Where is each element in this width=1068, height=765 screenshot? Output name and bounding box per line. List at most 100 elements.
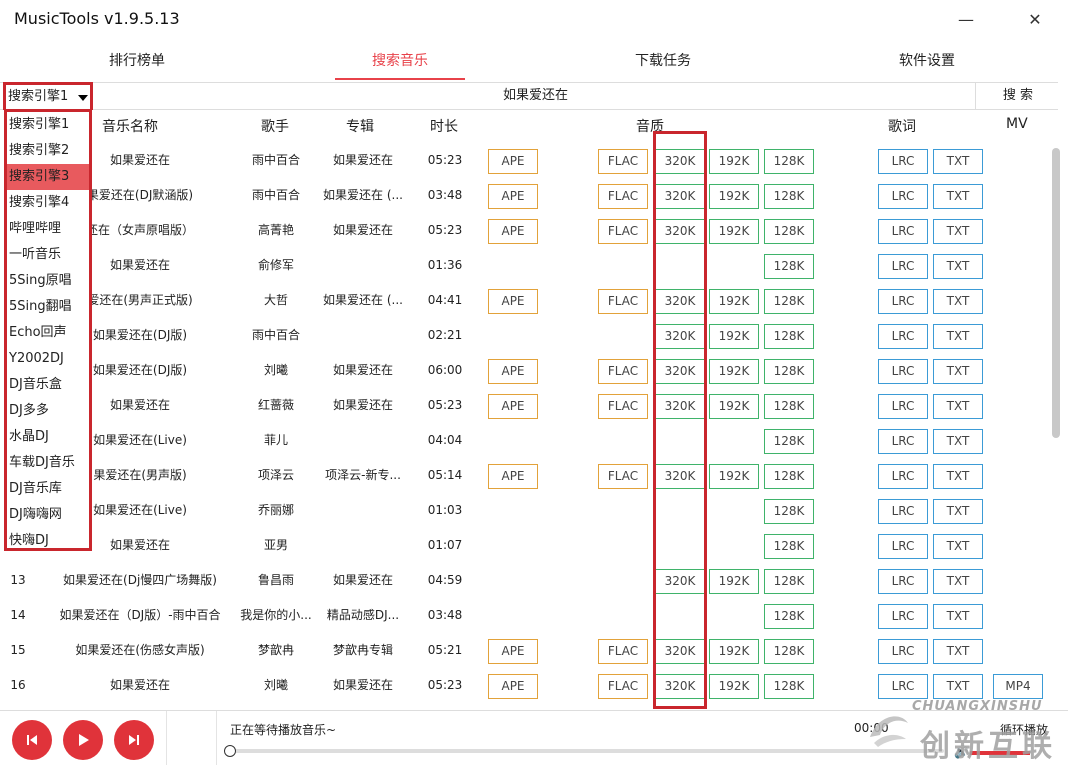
table-row[interactable]: 果爱还在(DJ默涵版) 雨中百合 如果爱还在 (... 03:48 APE FLAC 320…	[0, 178, 1050, 213]
table-row[interactable]: 14 如果爱还在（DJ版）-雨中百合 我是你的小... 精品动感DJ... 03:48 1…	[0, 598, 1050, 633]
download-192k-button[interactable]: 192K	[709, 149, 759, 174]
download-ape-button[interactable]: APE	[488, 464, 538, 489]
download-txt-button[interactable]: TXT	[933, 149, 983, 174]
download-320k-button[interactable]: 320K	[655, 359, 705, 384]
download-txt-button[interactable]: TXT	[933, 464, 983, 489]
download-flac-button[interactable]: FLAC	[598, 289, 648, 314]
dropdown-item-engine[interactable]: 5Sing翻唱	[7, 294, 89, 320]
download-txt-button[interactable]: TXT	[933, 639, 983, 664]
download-txt-button[interactable]: TXT	[933, 184, 983, 209]
download-ape-button[interactable]: APE	[488, 394, 538, 419]
download-128k-button[interactable]: 128K	[764, 324, 814, 349]
download-flac-button[interactable]: FLAC	[598, 674, 648, 699]
download-lrc-button[interactable]: LRC	[878, 324, 928, 349]
dropdown-item-engine[interactable]: Echo回声	[7, 320, 89, 346]
download-192k-button[interactable]: 192K	[709, 289, 759, 314]
tab-charts[interactable]: 排行榜单	[72, 50, 202, 78]
download-txt-button[interactable]: TXT	[933, 604, 983, 629]
download-lrc-button[interactable]: LRC	[878, 429, 928, 454]
download-lrc-button[interactable]: LRC	[878, 534, 928, 559]
download-128k-button[interactable]: 128K	[764, 534, 814, 559]
search-button[interactable]: 搜 索	[978, 83, 1058, 109]
download-128k-button[interactable]: 128K	[764, 394, 814, 419]
download-128k-button[interactable]: 128K	[764, 499, 814, 524]
download-flac-button[interactable]: FLAC	[598, 219, 648, 244]
download-flac-button[interactable]: FLAC	[598, 184, 648, 209]
table-row[interactable]: 13 如果爱还在(Dj慢四广场舞版) 鲁昌雨 如果爱还在 04:59 320K 192K 12…	[0, 563, 1050, 598]
download-txt-button[interactable]: TXT	[933, 289, 983, 314]
download-txt-button[interactable]: TXT	[933, 394, 983, 419]
download-ape-button[interactable]: APE	[488, 674, 538, 699]
dropdown-item-engine[interactable]: 车载DJ音乐	[7, 450, 89, 476]
download-txt-button[interactable]: TXT	[933, 359, 983, 384]
download-192k-button[interactable]: 192K	[709, 639, 759, 664]
download-lrc-button[interactable]: LRC	[878, 569, 928, 594]
download-lrc-button[interactable]: LRC	[878, 499, 928, 524]
table-row[interactable]: 15 如果爱还在(伤感女声版) 梦歆冉 梦歆冉专辑 05:21 APE FLAC 320K 19…	[0, 633, 1050, 668]
download-192k-button[interactable]: 192K	[709, 359, 759, 384]
dropdown-item-engine[interactable]: 快嗨DJ	[7, 528, 89, 554]
download-320k-button[interactable]: 320K	[655, 324, 705, 349]
download-128k-button[interactable]: 128K	[764, 289, 814, 314]
download-320k-button[interactable]: 320K	[655, 289, 705, 314]
download-192k-button[interactable]: 192K	[709, 184, 759, 209]
dropdown-item-engine[interactable]: DJ音乐盒	[7, 372, 89, 398]
dropdown-item-engine[interactable]: 搜索引擎2	[7, 138, 89, 164]
download-128k-button[interactable]: 128K	[764, 674, 814, 699]
download-lrc-button[interactable]: LRC	[878, 639, 928, 664]
download-192k-button[interactable]: 192K	[709, 219, 759, 244]
download-320k-button[interactable]: 320K	[655, 149, 705, 174]
download-128k-button[interactable]: 128K	[764, 429, 814, 454]
dropdown-item-engine[interactable]: 一听音乐	[7, 242, 89, 268]
download-128k-button[interactable]: 128K	[764, 359, 814, 384]
download-320k-button[interactable]: 320K	[655, 674, 705, 699]
download-128k-button[interactable]: 128K	[764, 219, 814, 244]
download-128k-button[interactable]: 128K	[764, 639, 814, 664]
download-lrc-button[interactable]: LRC	[878, 289, 928, 314]
download-192k-button[interactable]: 192K	[709, 569, 759, 594]
download-txt-button[interactable]: TXT	[933, 254, 983, 279]
table-row[interactable]: 如果爱还在(DJ版) 雨中百合 02:21 320K 192K 128K LRC TXT	[0, 318, 1050, 353]
dropdown-item-engine[interactable]: 哔哩哔哩	[7, 216, 89, 242]
download-flac-button[interactable]: FLAC	[598, 149, 648, 174]
download-128k-button[interactable]: 128K	[764, 149, 814, 174]
download-txt-button[interactable]: TXT	[933, 534, 983, 559]
dropdown-item-engine[interactable]: 搜索引擎1	[7, 112, 89, 138]
dropdown-item-engine[interactable]: DJ嗨嗨网	[7, 502, 89, 528]
download-mp4-button[interactable]: MP4	[993, 674, 1043, 699]
download-320k-button[interactable]: 320K	[655, 569, 705, 594]
download-flac-button[interactable]: FLAC	[598, 464, 648, 489]
table-row[interactable]: 如果爱还在(Live) 菲儿 04:04 128K LRC TXT	[0, 423, 1050, 458]
progress-knob[interactable]	[224, 745, 236, 757]
close-button[interactable]: ✕	[1021, 8, 1049, 30]
download-lrc-button[interactable]: LRC	[878, 149, 928, 174]
progress-bar[interactable]	[228, 749, 944, 753]
download-lrc-button[interactable]: LRC	[878, 394, 928, 419]
table-row[interactable]: 如果爱还在 雨中百合 如果爱还在 05:23 APE FLAC 320K 192K 128K LR…	[0, 143, 1050, 178]
download-128k-button[interactable]: 128K	[764, 604, 814, 629]
download-192k-button[interactable]: 192K	[709, 394, 759, 419]
download-lrc-button[interactable]: LRC	[878, 464, 928, 489]
dropdown-item-engine[interactable]: DJ多多	[7, 398, 89, 424]
tab-settings[interactable]: 软件设置	[862, 50, 992, 78]
download-320k-button[interactable]: 320K	[655, 219, 705, 244]
table-row[interactable]: 还在（女声原唱版） 高菁艳 如果爱还在 05:23 APE FLAC 320K 192K 128…	[0, 213, 1050, 248]
download-flac-button[interactable]: FLAC	[598, 639, 648, 664]
download-ape-button[interactable]: APE	[488, 149, 538, 174]
table-row[interactable]: 如果爱还在(DJ版) 刘曦 如果爱还在 06:00 APE FLAC 320K 192K 128…	[0, 353, 1050, 388]
download-lrc-button[interactable]: LRC	[878, 184, 928, 209]
download-320k-button[interactable]: 320K	[655, 464, 705, 489]
download-txt-button[interactable]: TXT	[933, 569, 983, 594]
download-lrc-button[interactable]: LRC	[878, 359, 928, 384]
download-txt-button[interactable]: TXT	[933, 499, 983, 524]
previous-button[interactable]	[12, 720, 52, 760]
download-ape-button[interactable]: APE	[488, 289, 538, 314]
download-lrc-button[interactable]: LRC	[878, 604, 928, 629]
download-ape-button[interactable]: APE	[488, 359, 538, 384]
download-flac-button[interactable]: FLAC	[598, 394, 648, 419]
next-button[interactable]	[114, 720, 154, 760]
play-button[interactable]	[63, 720, 103, 760]
tab-search-music[interactable]: 搜索音乐	[335, 50, 465, 80]
dropdown-item-engine[interactable]: 5Sing原唱	[7, 268, 89, 294]
download-320k-button[interactable]: 320K	[655, 394, 705, 419]
